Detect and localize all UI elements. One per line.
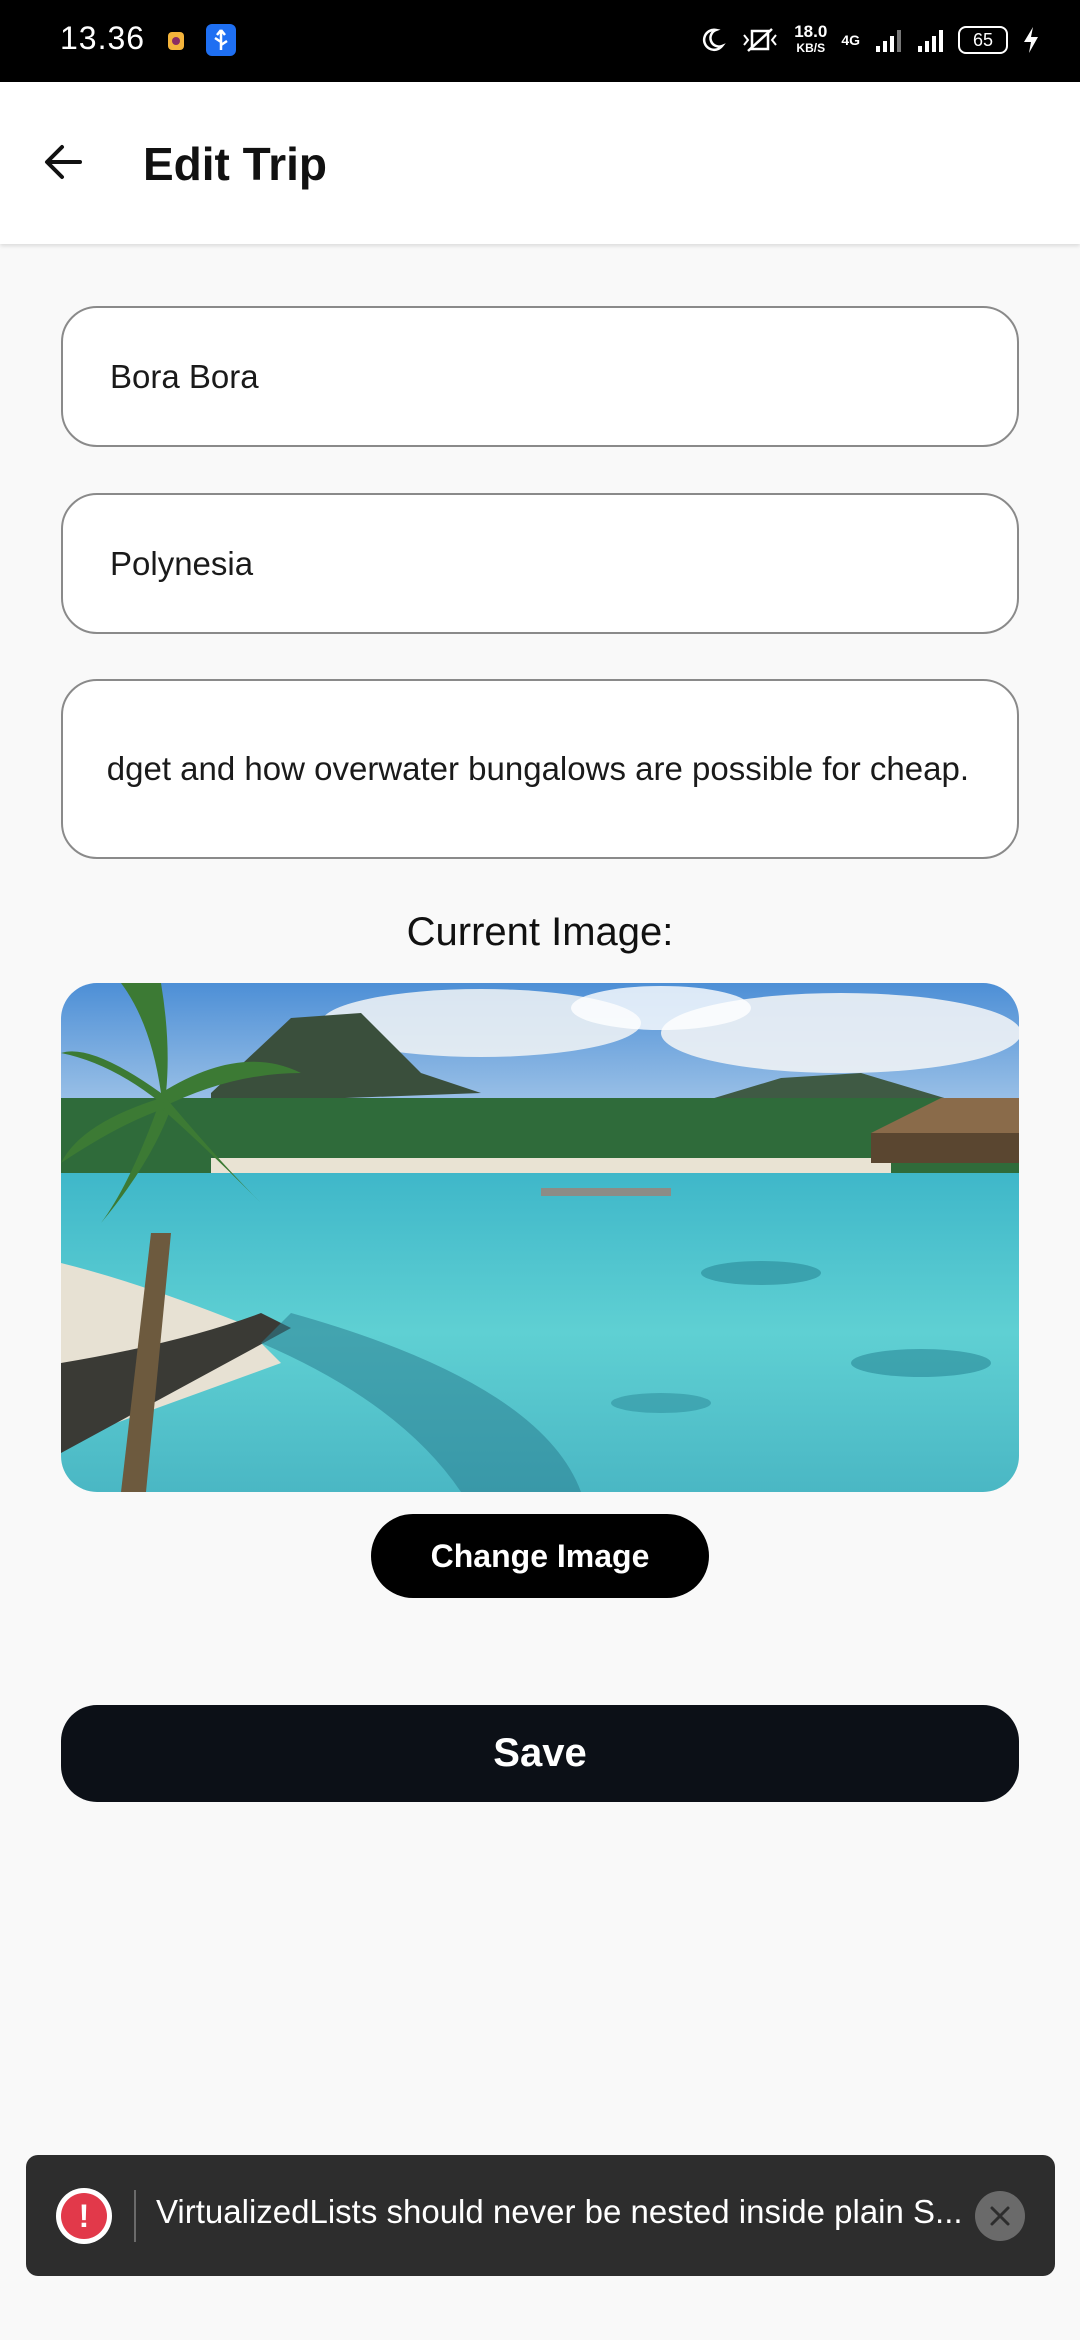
charging-icon — [1024, 27, 1038, 53]
close-icon[interactable] — [975, 2191, 1025, 2241]
beach-photo — [61, 983, 1019, 1492]
signal-icon-1 — [876, 30, 901, 52]
signal-icon-2 — [918, 30, 943, 52]
network-type: 4G — [841, 32, 860, 48]
status-bar: 13.36 18.0 KB/S 4G 65 — [0, 0, 1080, 82]
trip-name-value: Bora Bora — [110, 357, 259, 395]
change-image-button[interactable]: Change Image — [371, 1514, 709, 1598]
back-arrow-icon[interactable] — [38, 134, 94, 190]
trip-image — [61, 983, 1019, 1492]
vibrate-mute-icon — [743, 28, 777, 52]
moon-icon — [703, 28, 726, 52]
error-toast[interactable]: ! VirtualizedLists should never be neste… — [26, 2155, 1055, 2276]
toast-divider — [134, 2190, 136, 2242]
current-image-label: Current Image: — [406, 910, 674, 954]
usb-debug-icon — [206, 24, 236, 56]
trip-description-value: dget and how overwater bungalows are pos… — [106, 750, 969, 787]
battery-icon: 65 — [958, 26, 1008, 54]
page-title: Edit Trip — [143, 138, 327, 190]
error-icon-glyph: ! — [61, 2193, 107, 2239]
save-button[interactable]: Save — [61, 1705, 1019, 1802]
net-speed: 18.0 KB/S — [794, 22, 828, 55]
status-icons: 18.0 KB/S 4G 65 — [698, 20, 1040, 60]
app-notification-icon — [168, 32, 184, 50]
toast-message: VirtualizedLists should never be nested … — [156, 2193, 963, 2230]
trip-country-input[interactable]: Polynesia — [61, 493, 1019, 634]
trip-description-input[interactable]: dget and how overwater bungalows are pos… — [61, 679, 1019, 859]
error-icon: ! — [56, 2188, 112, 2244]
trip-name-input[interactable]: Bora Bora — [61, 306, 1019, 447]
status-time: 13.36 — [60, 20, 146, 56]
app-header: Edit Trip — [0, 82, 1080, 244]
trip-country-value: Polynesia — [110, 544, 254, 582]
